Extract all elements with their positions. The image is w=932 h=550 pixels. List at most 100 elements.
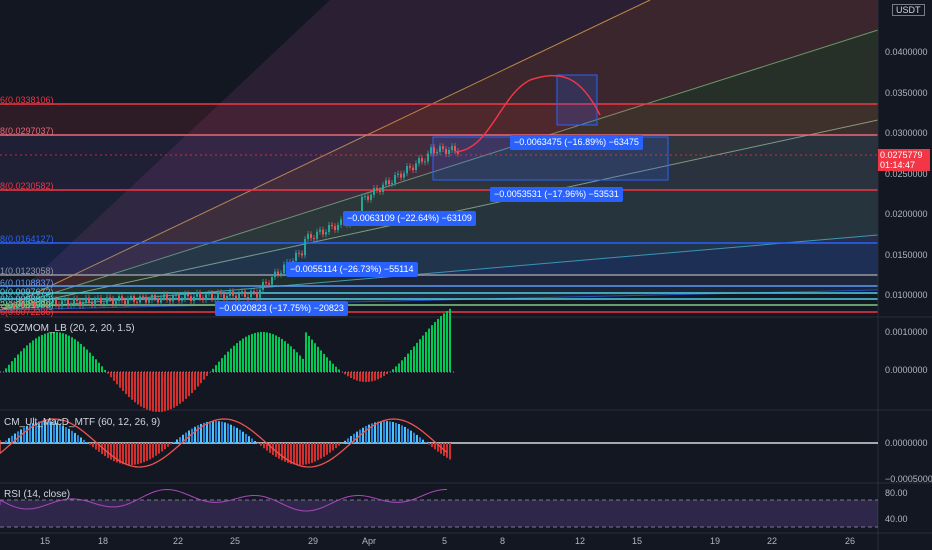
time-tick: 22	[173, 536, 184, 546]
candle-body	[67, 299, 69, 306]
sqzmom-bar	[302, 358, 304, 372]
chart-canvas[interactable]	[0, 0, 932, 550]
candle-body	[76, 298, 78, 301]
candle-body	[211, 293, 213, 299]
sqzmom-bar	[422, 335, 424, 372]
sqzmom-bar	[29, 342, 31, 372]
macd-bar	[305, 443, 307, 465]
sqzmom-bar	[74, 339, 76, 372]
candle-body	[250, 291, 252, 298]
macd-bar	[86, 442, 88, 443]
candle-body	[271, 277, 273, 285]
sqzmom-bar	[8, 364, 10, 372]
macd-bar	[230, 424, 232, 443]
candle-body	[193, 296, 195, 301]
candle-body	[115, 301, 117, 305]
sqzmom-bar	[26, 345, 28, 372]
candle-body	[184, 293, 186, 300]
price-tick: 0.0400000	[885, 47, 928, 57]
candle-body	[244, 291, 246, 298]
candle-body	[295, 252, 297, 261]
sqzmom-bar	[449, 308, 451, 372]
candle-body	[388, 180, 390, 185]
fib-level-label: 6(0.0338106)	[0, 95, 54, 105]
macd-bar	[77, 435, 79, 443]
macd-bar	[344, 440, 346, 443]
sqzmom-bar	[314, 343, 316, 372]
macd-bar	[227, 423, 229, 443]
macd-bar	[302, 443, 304, 465]
sqzmom-bar	[365, 372, 367, 382]
rsi-band	[0, 500, 878, 527]
candle-body	[238, 293, 240, 299]
candle-body	[340, 219, 342, 225]
sqzmom-bar	[323, 353, 325, 372]
sqzmom-bar	[299, 355, 301, 372]
sqzmom-bar	[362, 372, 364, 382]
sqzmom-bar	[101, 366, 103, 372]
macd-bar	[278, 443, 280, 459]
candle-body	[391, 183, 393, 185]
candle-body	[64, 299, 66, 301]
candle-body	[409, 166, 411, 168]
currency-badge[interactable]: USDT	[892, 4, 925, 16]
sqzmom-bar	[434, 321, 436, 372]
candle-body	[304, 238, 306, 256]
macd-bar	[218, 421, 220, 443]
sqzmom-bar	[92, 355, 94, 372]
macd-bar	[83, 439, 85, 443]
candle-body	[160, 297, 162, 303]
candle-body	[202, 297, 204, 301]
candle-body	[256, 292, 258, 298]
sqzmom-bar	[98, 362, 100, 372]
sqzmom-bar	[224, 354, 226, 372]
candle-body	[445, 149, 447, 154]
macd-bar	[170, 443, 172, 445]
candle-body	[424, 161, 426, 163]
measure-label[interactable]: −0.0020823 (−17.75%) −20823	[215, 301, 348, 316]
macd-bar	[245, 433, 247, 443]
time-tick: 18	[98, 536, 109, 546]
sqzmom-bar	[260, 332, 262, 372]
measure-label[interactable]: −0.0055114 (−26.73%) −55114	[286, 262, 418, 277]
macd-bar	[155, 443, 157, 456]
candle-body	[364, 196, 366, 198]
candle-body	[175, 294, 177, 296]
macd-bar	[299, 443, 301, 465]
sqzmom-bar	[110, 372, 112, 378]
sqzmom-title[interactable]: SQZMOM_LB (20, 2, 20, 1.5)	[4, 323, 135, 334]
sqzmom-bar	[239, 340, 241, 372]
macd-bar	[176, 439, 178, 443]
time-tick: 26	[845, 536, 856, 546]
macd-bar	[281, 443, 283, 461]
sqzmom-bar	[377, 372, 379, 380]
price-tick: 0.0150000	[885, 250, 928, 260]
macd-bar	[224, 422, 226, 443]
macd-title[interactable]: CM_Ult_MacD_MTF (60, 12, 26, 9)	[4, 417, 160, 428]
sqzmom-bar	[374, 372, 376, 381]
sqzmom-bar	[41, 334, 43, 372]
sqzmom-bar	[320, 350, 322, 372]
time-tick: 29	[308, 536, 319, 546]
sqzmom-bar	[50, 332, 52, 372]
macd-bar	[386, 421, 388, 443]
measure-label[interactable]: −0.0053531 (−17.96%) −53531	[490, 187, 623, 202]
macd-bar	[446, 443, 448, 458]
rsi-title[interactable]: RSI (14, close)	[4, 489, 70, 500]
sqzmom-tick: 0.0000000	[885, 365, 928, 375]
candle-body	[382, 184, 384, 192]
sqzmom-bar	[188, 372, 190, 397]
measure-label[interactable]: −0.0063475 (−16.89%) −63475	[510, 135, 643, 150]
candle-body	[112, 298, 114, 305]
candle-body	[220, 292, 222, 295]
sqzmom-bar	[350, 372, 352, 379]
macd-bar	[392, 422, 394, 443]
macd-bar	[89, 443, 91, 445]
sqzmom-bar	[155, 372, 157, 412]
sqzmom-bar	[176, 372, 178, 406]
macd-bar	[26, 425, 28, 443]
measure-label[interactable]: −0.0063109 (−22.64%) −63109	[343, 211, 476, 226]
candle-body	[427, 153, 429, 162]
sqzmom-bar	[128, 372, 130, 398]
sqzmom-bar	[398, 363, 400, 372]
